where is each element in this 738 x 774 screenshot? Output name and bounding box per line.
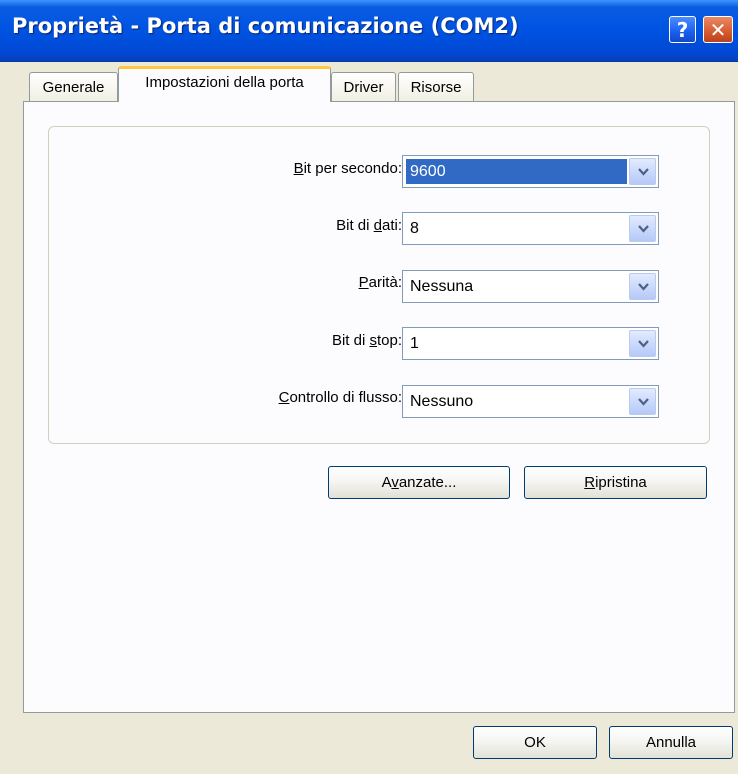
chevron-down-icon[interactable]: [629, 273, 656, 300]
help-icon[interactable]: ?: [669, 16, 696, 43]
mnemonic: P: [358, 274, 369, 291]
data-bits-label: Bit di dati:: [336, 217, 402, 234]
bits-per-second-select[interactable]: 9600: [402, 155, 659, 188]
mnemonic: s: [369, 332, 377, 349]
cancel-button[interactable]: Annulla: [609, 726, 733, 759]
stop-bits-label: Bit di stop:: [331, 332, 402, 349]
stop-bits-select[interactable]: 1: [402, 327, 659, 360]
mnemonic: d: [373, 217, 382, 234]
combo-value: 9600: [406, 159, 627, 184]
chevron-down-icon[interactable]: [629, 158, 656, 185]
mnemonic: R: [584, 474, 596, 491]
chevron-down-icon[interactable]: [629, 330, 656, 357]
parity-select[interactable]: Nessuna: [402, 270, 659, 303]
combo-value: 1: [410, 335, 419, 352]
mnemonic: v: [391, 474, 399, 491]
mnemonic: B: [293, 160, 304, 177]
tab-risorse[interactable]: Risorse: [398, 72, 474, 101]
tab-generale[interactable]: Generale: [29, 72, 118, 101]
data-bits-select[interactable]: 8: [402, 212, 659, 245]
ok-button[interactable]: OK: [473, 726, 597, 759]
window-title: Proprietà - Porta di comunicazione (COM2…: [12, 14, 519, 38]
chevron-down-icon[interactable]: [629, 215, 656, 242]
combo-value: Nessuno: [410, 393, 474, 410]
chevron-down-icon[interactable]: [629, 388, 656, 415]
title-bar[interactable]: Proprietà - Porta di comunicazione (COM2…: [0, 0, 738, 62]
flow-control-select[interactable]: Nessuno: [402, 385, 659, 418]
advanced-button[interactable]: Avanzate...: [328, 466, 510, 499]
restore-defaults-button[interactable]: Ripristina: [524, 466, 707, 499]
bits-per-second-label: Bit per secondo:: [293, 160, 402, 177]
properties-dialog: Proprietà - Porta di comunicazione (COM2…: [0, 0, 738, 774]
mnemonic: C: [278, 389, 290, 406]
flow-control-label: Controllo di flusso:: [278, 389, 402, 406]
combo-value: Nessuna: [410, 278, 474, 295]
close-icon[interactable]: ✕: [703, 16, 733, 43]
combo-value: 8: [410, 220, 419, 237]
parity-label: Parità:: [358, 274, 402, 291]
tab-impostazioni-porta[interactable]: Impostazioni della porta: [118, 66, 331, 102]
tab-driver[interactable]: Driver: [331, 72, 396, 101]
